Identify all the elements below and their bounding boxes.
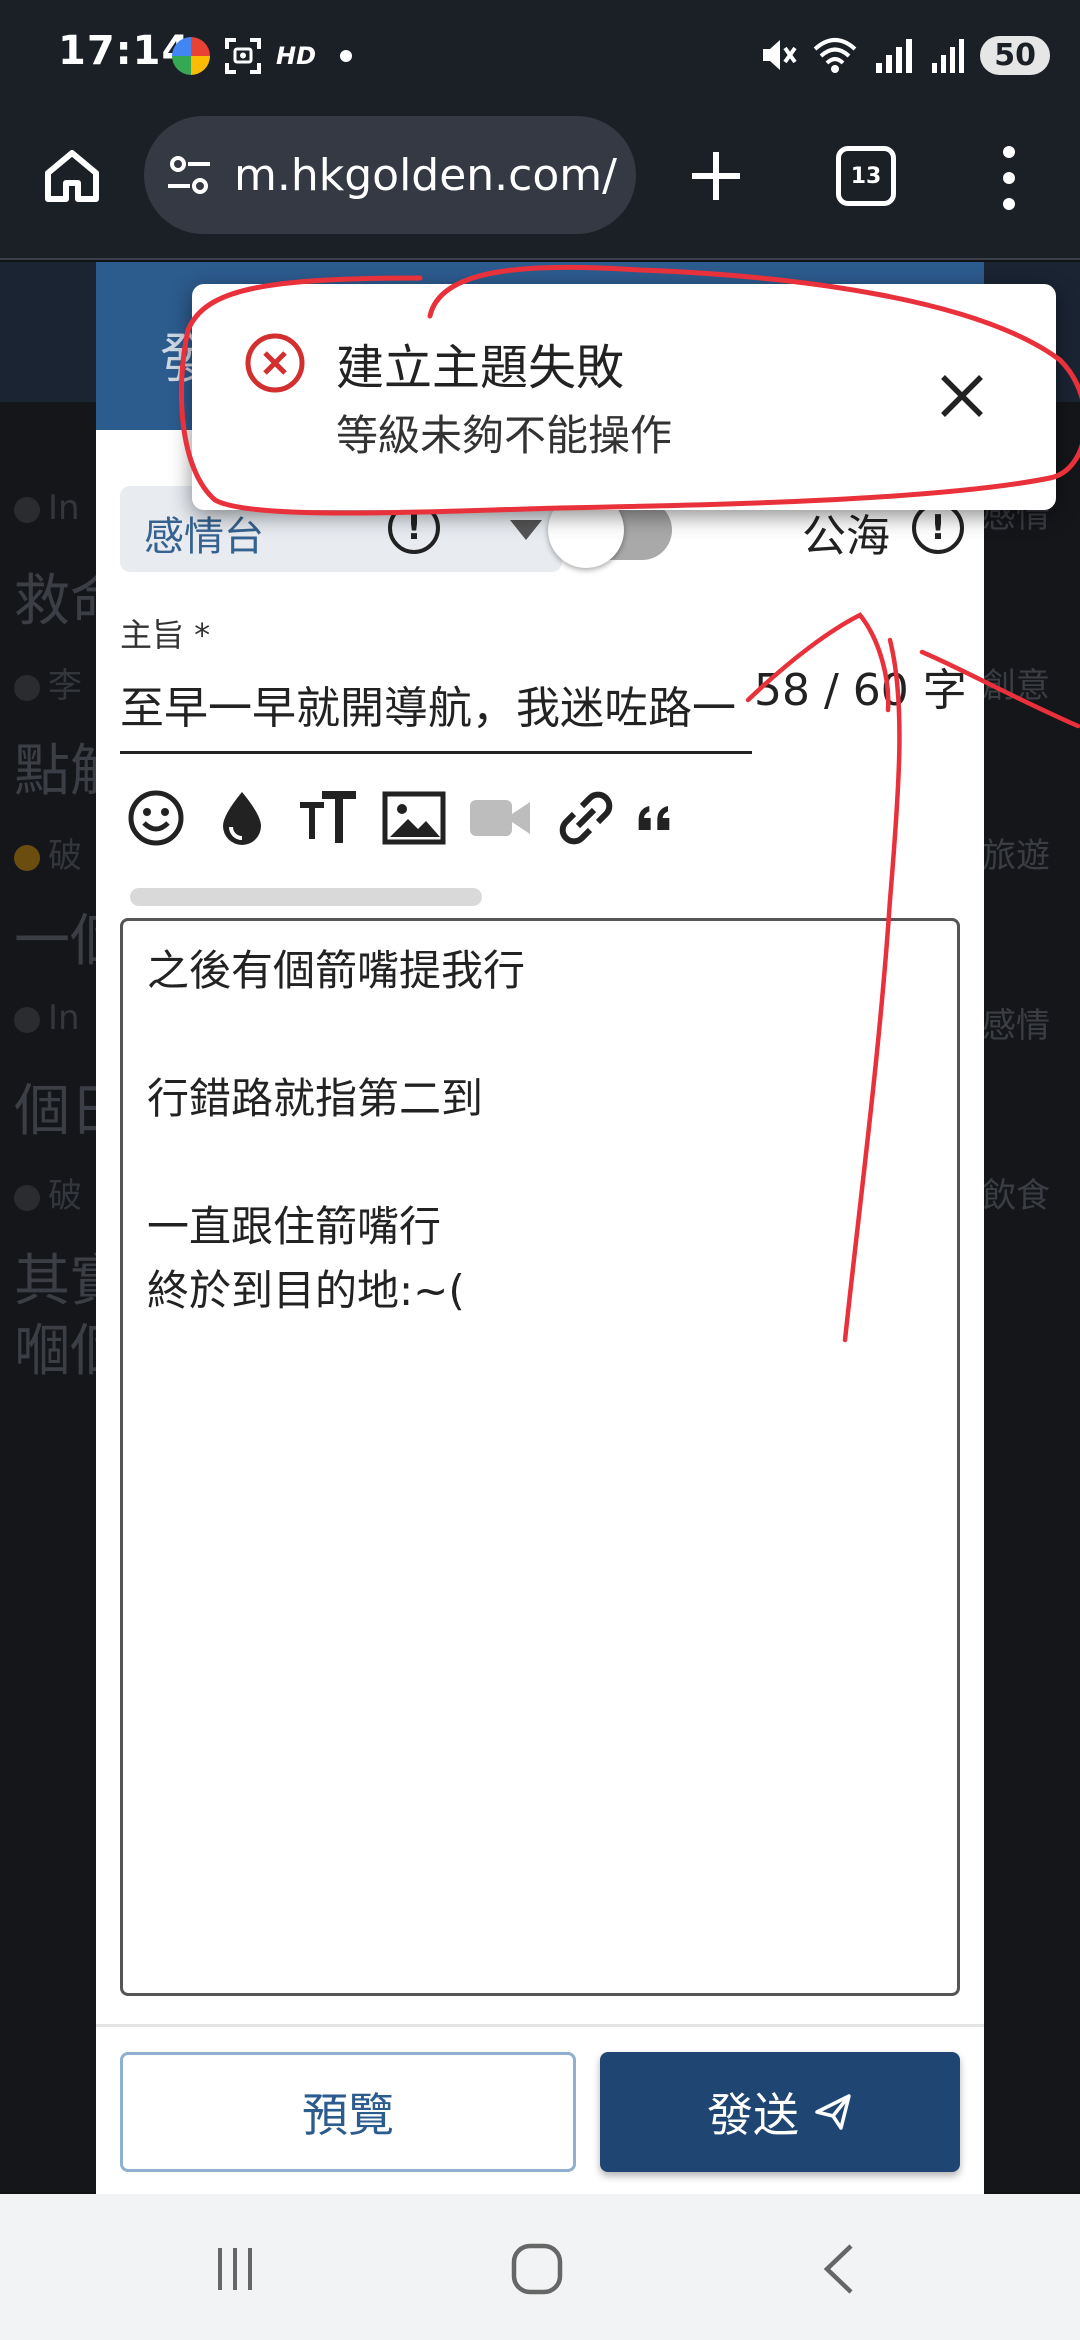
url-text: m.hkgolden.com/ bbox=[234, 149, 617, 201]
video-button[interactable] bbox=[464, 782, 536, 854]
send-icon bbox=[815, 2094, 851, 2130]
browser-toolbar: m.hkgolden.com/ 13 bbox=[0, 110, 1080, 260]
home-button[interactable] bbox=[40, 143, 104, 207]
post-category: 飲食 bbox=[982, 1176, 1050, 1216]
send-button[interactable]: 發送 bbox=[600, 2052, 960, 2172]
plus-icon bbox=[692, 152, 740, 200]
body-line bbox=[147, 1003, 933, 1067]
avatar bbox=[14, 1006, 40, 1033]
quote-icon bbox=[638, 806, 670, 830]
battery-indicator: 50 bbox=[980, 35, 1050, 75]
address-bar[interactable]: m.hkgolden.com/ bbox=[144, 116, 636, 234]
subject-label: 主旨 * bbox=[120, 616, 211, 654]
recent-apps-icon bbox=[218, 2248, 252, 2290]
site-settings-icon[interactable] bbox=[166, 152, 212, 198]
wifi-icon bbox=[813, 38, 857, 73]
image-button[interactable] bbox=[378, 782, 450, 854]
status-bar: 17:14 HD 50 bbox=[0, 0, 1080, 110]
subject-char-count: 58 / 60 字 bbox=[754, 665, 967, 716]
avatar bbox=[14, 844, 40, 871]
body-line: 行錯路就指第二到 bbox=[147, 1074, 484, 1123]
post-category: 感情 bbox=[982, 1006, 1050, 1046]
body-line: 一直跟住箭嘴行 bbox=[147, 1202, 442, 1251]
body-line: 之後有個箭嘴提我行 bbox=[147, 946, 526, 995]
home-circle-icon bbox=[511, 2243, 563, 2295]
system-nav-bar bbox=[0, 2194, 1080, 2340]
avatar bbox=[14, 496, 40, 523]
notification-dot bbox=[340, 50, 353, 62]
chevron-down-icon bbox=[510, 520, 542, 540]
menu-dot bbox=[1003, 198, 1015, 210]
toast-message: 等級未夠不能操作 bbox=[336, 411, 673, 460]
send-label: 發送 bbox=[707, 2088, 799, 2142]
new-tab-button[interactable] bbox=[680, 140, 752, 212]
home-nav-button[interactable] bbox=[502, 2234, 572, 2304]
quote-button[interactable] bbox=[636, 782, 676, 854]
close-icon bbox=[941, 375, 983, 417]
post-author: 破 bbox=[48, 836, 82, 876]
text-size-button[interactable] bbox=[292, 782, 364, 854]
toast-close-button[interactable] bbox=[930, 364, 994, 428]
post-author: In bbox=[48, 998, 80, 1038]
avatar bbox=[14, 674, 40, 701]
emoji-button[interactable] bbox=[120, 782, 192, 854]
post-category: 旅遊 bbox=[982, 836, 1050, 876]
body-line bbox=[147, 1131, 933, 1195]
back-chevron-icon bbox=[823, 2244, 853, 2294]
signal-icon bbox=[876, 39, 913, 73]
post-author: In bbox=[48, 488, 80, 528]
body-line: 終於到目的地:~( bbox=[147, 1266, 465, 1315]
subject-input[interactable]: 至早一早就開導航，我迷咗路一 bbox=[120, 664, 752, 754]
back-button[interactable] bbox=[804, 2234, 874, 2304]
post-author: 破 bbox=[48, 1176, 82, 1216]
recent-apps-button[interactable] bbox=[200, 2234, 270, 2304]
link-button[interactable] bbox=[550, 782, 622, 854]
preview-button[interactable]: 預覽 bbox=[120, 2052, 576, 2172]
menu-dot bbox=[1003, 146, 1015, 158]
signal-icon bbox=[932, 39, 965, 73]
avatar bbox=[14, 1184, 40, 1211]
browser-menu-button[interactable] bbox=[984, 146, 1034, 210]
post-category: 創意 bbox=[982, 666, 1050, 706]
text-size-icon bbox=[300, 791, 356, 843]
color-wheel-icon bbox=[172, 37, 210, 75]
status-app-icons: HD bbox=[172, 36, 353, 76]
divider bbox=[96, 2024, 984, 2027]
hd-indicator: HD bbox=[276, 42, 317, 70]
toast-title: 建立主題失敗 bbox=[336, 340, 625, 396]
color-button[interactable] bbox=[206, 782, 278, 854]
forum-select-value: 感情台 bbox=[144, 514, 264, 560]
post-author: 李 bbox=[48, 666, 82, 706]
screenshot-icon bbox=[225, 38, 261, 74]
link-icon bbox=[559, 791, 613, 845]
tab-switcher-button[interactable]: 13 bbox=[836, 146, 896, 206]
home-icon bbox=[45, 150, 99, 202]
error-icon bbox=[245, 333, 305, 393]
toolbar-scrollbar[interactable] bbox=[130, 888, 482, 906]
status-time: 17:14 bbox=[58, 28, 191, 74]
new-topic-dialog: 發 感情台 ! 公海 ! 主旨 * 至早一早就開導航，我迷咗路一 58 / 60… bbox=[96, 262, 984, 2194]
ink-drop-icon bbox=[223, 792, 261, 845]
menu-dot bbox=[1003, 172, 1015, 184]
image-icon bbox=[382, 791, 446, 845]
preview-label: 預覽 bbox=[302, 2088, 394, 2142]
body-editor[interactable]: 之後有個箭嘴提我行 行錯路就指第二到 一直跟住箭嘴行 終於到目的地:~( bbox=[120, 918, 960, 1996]
status-right-icons: 50 bbox=[758, 30, 1050, 80]
emoji-icon bbox=[128, 790, 184, 846]
error-toast: 建立主題失敗 等級未夠不能操作 bbox=[192, 284, 1056, 510]
editor-toolbar bbox=[120, 774, 960, 870]
mute-icon bbox=[763, 40, 797, 70]
video-camera-icon bbox=[470, 800, 530, 836]
